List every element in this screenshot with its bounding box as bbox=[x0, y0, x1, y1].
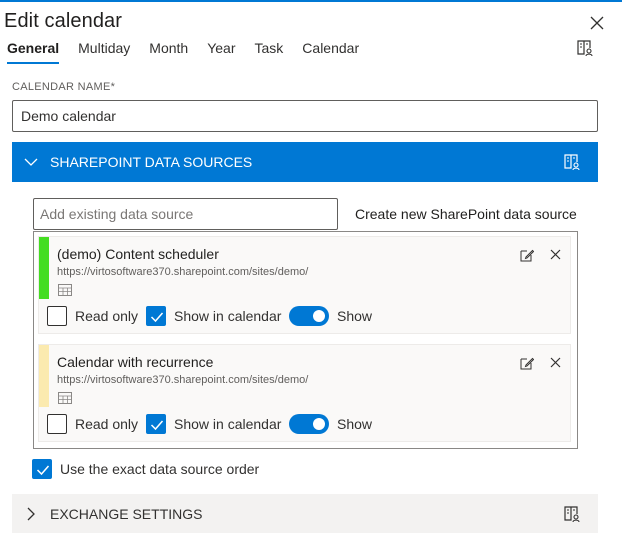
show-toggle[interactable] bbox=[289, 306, 329, 326]
tab-multiday[interactable]: Multiday bbox=[78, 38, 130, 64]
show-in-calendar-checkbox[interactable] bbox=[146, 414, 166, 434]
source-title: Calendar with recurrence bbox=[57, 354, 214, 370]
book-icon[interactable] bbox=[576, 39, 594, 57]
read-only-checkbox[interactable] bbox=[47, 306, 67, 326]
checkmark-icon bbox=[150, 420, 164, 431]
read-only-label: Read only bbox=[75, 416, 139, 432]
show-toggle-label: Show bbox=[337, 416, 373, 432]
tab-general[interactable]: General bbox=[7, 38, 60, 64]
show-toggle-label: Show bbox=[337, 308, 373, 324]
show-in-calendar-label: Show in calendar bbox=[174, 308, 282, 324]
add-data-source-input[interactable] bbox=[33, 198, 338, 230]
grid-icon bbox=[58, 392, 72, 404]
source-title: (demo) Content scheduler bbox=[57, 246, 219, 262]
book-icon[interactable] bbox=[563, 153, 581, 171]
read-only-label: Read only bbox=[75, 308, 139, 324]
close-icon[interactable] bbox=[549, 356, 562, 369]
tab-calendar[interactable]: Calendar bbox=[302, 38, 359, 64]
source-color-bar bbox=[39, 345, 49, 407]
source-color-bar bbox=[39, 237, 49, 299]
exchange-settings-title: EXCHANGE SETTINGS bbox=[50, 506, 203, 522]
close-icon[interactable] bbox=[549, 248, 562, 261]
chevron-down-icon bbox=[24, 158, 38, 166]
source-url: https://virtosoftware370.sharepoint.com/… bbox=[57, 266, 309, 278]
calendar-name-input[interactable] bbox=[12, 100, 598, 132]
chevron-right-icon bbox=[27, 507, 35, 521]
show-in-calendar-label: Show in calendar bbox=[174, 416, 282, 432]
edit-icon[interactable] bbox=[520, 248, 534, 262]
tab-bar: General Multiday Month Year Task Calenda… bbox=[7, 38, 378, 64]
exact-order-label: Use the exact data source order bbox=[60, 461, 260, 477]
read-only-checkbox[interactable] bbox=[47, 414, 67, 434]
tab-month[interactable]: Month bbox=[149, 38, 188, 64]
checkmark-icon bbox=[36, 465, 50, 476]
create-data-source-link[interactable]: Create new SharePoint data source bbox=[355, 206, 577, 222]
dialog-title: Edit calendar bbox=[4, 10, 123, 32]
exact-order-checkbox[interactable] bbox=[32, 459, 52, 479]
exchange-settings-header[interactable]: EXCHANGE SETTINGS bbox=[12, 494, 598, 533]
top-accent-line bbox=[0, 0, 622, 2]
grid-icon bbox=[58, 284, 72, 296]
tab-task[interactable]: Task bbox=[255, 38, 284, 64]
book-icon[interactable] bbox=[563, 505, 581, 523]
calendar-name-label: CALENDAR NAME* bbox=[12, 81, 116, 93]
sharepoint-sources-title: SHAREPOINT DATA SOURCES bbox=[50, 154, 253, 170]
sharepoint-sources-header[interactable]: SHAREPOINT DATA SOURCES bbox=[12, 142, 598, 182]
show-toggle[interactable] bbox=[289, 414, 329, 434]
show-in-calendar-checkbox[interactable] bbox=[146, 306, 166, 326]
source-url: https://virtosoftware370.sharepoint.com/… bbox=[57, 374, 309, 386]
checkmark-icon bbox=[150, 312, 164, 323]
close-icon[interactable] bbox=[587, 13, 607, 33]
tab-year[interactable]: Year bbox=[207, 38, 235, 64]
edit-icon[interactable] bbox=[520, 356, 534, 370]
